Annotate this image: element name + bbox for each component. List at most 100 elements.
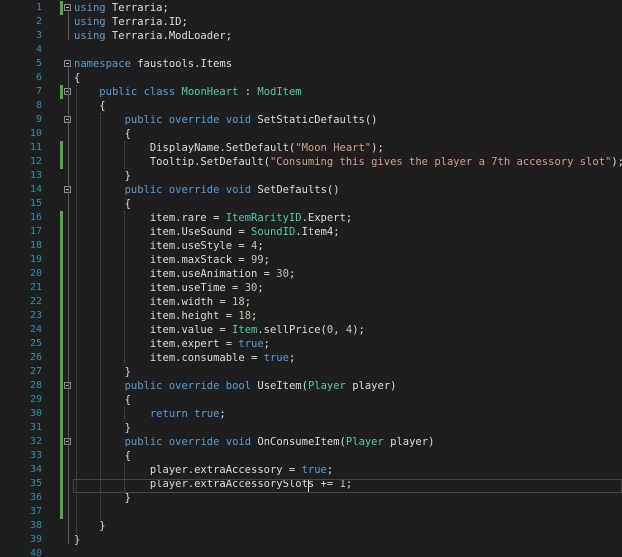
code-token: player) (345, 380, 397, 392)
indent-guide (124, 211, 125, 365)
code-text: public override bool UseItem(Player play… (74, 379, 397, 393)
code-line[interactable]: 37 (0, 505, 622, 519)
line-number: 30 (29, 408, 42, 419)
code-token: using (74, 30, 106, 42)
code-line[interactable]: 39} (0, 533, 622, 547)
code-token: 30 (276, 268, 289, 280)
line-number: 24 (29, 324, 42, 335)
code-line[interactable]: 40 (0, 547, 622, 557)
code-token: 18 (232, 296, 245, 308)
code-token: ; (244, 296, 252, 308)
change-marker (60, 393, 63, 407)
code-text: { (74, 99, 105, 113)
code-text: Tooltip.SetDefault("Consuming this gives… (74, 155, 622, 169)
code-text: using Terraria.ID; (74, 15, 188, 29)
code-line[interactable]: 33 { (0, 449, 622, 463)
change-marker (60, 225, 63, 239)
code-line[interactable]: 14 public override void SetDefaults() (0, 183, 622, 197)
code-line[interactable]: 16 item.rare = ItemRarityID.Expert; (0, 211, 622, 225)
code-line[interactable]: 28 public override bool UseItem(Player p… (0, 379, 622, 393)
code-line[interactable]: 31 } (0, 421, 622, 435)
code-line[interactable]: 10 { (0, 127, 622, 141)
code-line[interactable]: 22 item.width = 18; (0, 295, 622, 309)
code-line[interactable]: 13 } (0, 169, 622, 183)
code-line[interactable]: 25 item.expert = true; (0, 337, 622, 351)
code-token: 18 (238, 310, 252, 322)
code-line[interactable]: 17 item.UseSound = SoundID.Item4; (0, 225, 622, 239)
code-line[interactable]: 18 item.useStyle = 4; (0, 239, 622, 253)
code-line[interactable]: 9 public override void SetStaticDefaults… (0, 113, 622, 127)
change-marker (60, 323, 63, 337)
code-line[interactable]: 24 item.value = Item.sellPrice(0, 4); (0, 323, 622, 337)
collapse-toggle-icon[interactable] (64, 60, 71, 67)
code-token: .Item4; (295, 226, 340, 238)
code-line[interactable]: 19 item.maxStack = 99; (0, 253, 622, 267)
collapse-toggle-icon[interactable] (64, 4, 71, 11)
code-token: true (263, 352, 289, 364)
code-line[interactable]: 3 using Terraria.ModLoader; (0, 29, 622, 43)
code-line[interactable]: 8 { (0, 99, 622, 113)
code-token: ; (263, 338, 270, 350)
code-text: public override void SetStaticDefaults() (74, 113, 378, 127)
code-text: { (74, 393, 131, 407)
code-token: ; (288, 352, 296, 364)
code-line[interactable]: 23 item.height = 18; (0, 309, 622, 323)
line-number: 8 (35, 100, 42, 111)
code-token: override (168, 114, 220, 126)
code-text: item.maxStack = 99; (74, 253, 270, 267)
line-number: 39 (29, 534, 42, 545)
code-line[interactable]: 11 DisplayName.SetDefault("Moon Heart"); (0, 141, 622, 155)
change-marker (60, 351, 63, 365)
line-number: 3 (35, 30, 42, 41)
code-line[interactable]: 2 using Terraria.ID; (0, 15, 622, 29)
code-line[interactable]: 30 return true; (0, 407, 622, 421)
code-editor[interactable]: 1 using Terraria; 2 using Terraria.ID; 3 usin… (0, 0, 622, 557)
change-marker (60, 85, 63, 99)
code-line[interactable]: 12 Tooltip.SetDefault("Consuming this gi… (0, 155, 622, 169)
code-token: bool (225, 380, 252, 392)
code-token: ; (219, 408, 226, 420)
change-marker (60, 477, 63, 491)
code-token: { (74, 450, 131, 462)
code-line[interactable]: 1 using Terraria; (0, 1, 622, 15)
code-line[interactable]: 7 public class MoonHeart : ModItem (0, 85, 622, 99)
line-number: 32 (29, 436, 42, 447)
code-line[interactable]: 20 item.useAnimation = 30; (0, 267, 622, 281)
code-token: } (74, 492, 131, 504)
code-token: ; (263, 254, 270, 266)
current-line-highlight (73, 479, 622, 493)
change-marker (60, 309, 63, 323)
code-token: public (99, 86, 138, 98)
code-line[interactable]: 4 (0, 43, 622, 57)
code-line[interactable]: 5 namespace faustools.Items (0, 57, 622, 71)
change-marker (60, 505, 63, 519)
code-token: void (225, 436, 252, 448)
code-line[interactable]: 32 public override void OnConsumeItem(Pl… (0, 435, 622, 449)
code-token: 30 (244, 282, 258, 294)
line-number: 40 (29, 548, 42, 557)
code-line[interactable]: 15 { (0, 197, 622, 211)
code-line[interactable]: 6{ (0, 71, 622, 85)
code-line[interactable]: 38 } (0, 519, 622, 533)
code-token: item.height = (74, 310, 239, 322)
change-marker (60, 421, 63, 435)
code-token: player) (383, 436, 435, 448)
code-token: void (225, 184, 252, 196)
code-token: faustools.Items (130, 58, 233, 70)
change-marker (60, 379, 63, 393)
code-line[interactable]: 36 } (0, 491, 622, 505)
code-token: Terraria.ModLoader; (105, 30, 233, 42)
line-number: 23 (29, 310, 42, 321)
code-token: OnConsumeItem( (251, 436, 346, 448)
code-text: return true; (74, 407, 226, 421)
code-line[interactable]: 26 item.consumable = true; (0, 351, 622, 365)
code-line[interactable]: 21 item.useTime = 30; (0, 281, 622, 295)
code-line[interactable]: 29 { (0, 393, 622, 407)
line-number: 14 (29, 184, 42, 195)
change-marker (60, 463, 63, 477)
code-line[interactable]: 34 player.extraAccessory = true; (0, 463, 622, 477)
code-token: } (74, 534, 81, 546)
code-token: ; (288, 268, 296, 280)
code-token: SetDefaults() (251, 184, 340, 196)
code-line[interactable]: 27 } (0, 365, 622, 379)
